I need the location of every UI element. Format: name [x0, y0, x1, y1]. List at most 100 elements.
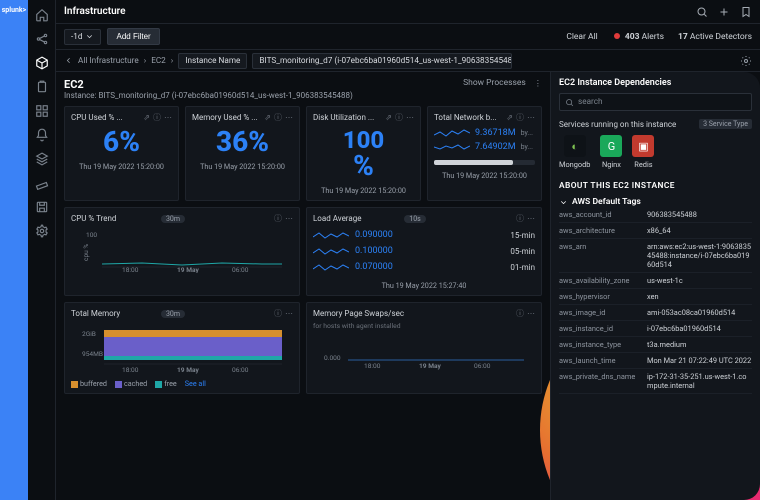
- rp-search-input[interactable]: search: [559, 93, 752, 111]
- show-processes-link[interactable]: Show Processes: [463, 78, 526, 88]
- breadcrumb: All Infrastructure › EC2 › Instance Name…: [56, 50, 760, 72]
- info-icon[interactable]: ⓘ: [153, 112, 161, 123]
- tag-key: aws_instance_type: [559, 340, 641, 349]
- service-item[interactable]: GNginx: [600, 135, 622, 169]
- more-icon[interactable]: ⋯: [285, 309, 293, 318]
- load-row: 0.07000001-min: [313, 259, 535, 275]
- alerts-label: Alerts: [642, 32, 664, 42]
- mem-swap-chart: 0.000 18:00 19 May 06:00: [313, 330, 535, 370]
- cube-icon[interactable]: [35, 56, 49, 70]
- crumb-filter-chip[interactable]: BITS_monitoring_d7 (i-07ebc6ba01960d514_…: [252, 53, 512, 69]
- info-icon[interactable]: ⓘ: [274, 308, 282, 319]
- tag-key: aws_image_id: [559, 308, 641, 317]
- svg-text:06:00: 06:00: [232, 266, 249, 273]
- chevron-down-icon: [559, 198, 568, 207]
- crumb-field-select[interactable]: Instance Name: [178, 53, 247, 69]
- rp-about: ABOUT THIS EC2 INSTANCE: [559, 181, 752, 191]
- bell-icon[interactable]: [35, 128, 49, 142]
- kpi-card-mem: Memory Used % ...⇗ⓘ⋯ 36% Thu 19 May 2022…: [185, 106, 300, 201]
- tag-row: aws_architecturex86_64: [559, 223, 752, 239]
- svg-text:19 May: 19 May: [419, 362, 441, 370]
- page-title: Infrastructure: [64, 6, 696, 17]
- kpi-card-cpu: CPU Used % ...⇗ⓘ⋯ 6% Thu 19 May 2022 15:…: [64, 106, 179, 201]
- kpi-disk-ts: Thu 19 May 2022 15:20:00: [313, 186, 414, 195]
- more-icon[interactable]: ⋯: [527, 309, 535, 318]
- add-filter-button[interactable]: Add Filter: [107, 28, 159, 45]
- save-icon[interactable]: [35, 200, 49, 214]
- ruler-icon[interactable]: [35, 176, 49, 190]
- rp-aws-default[interactable]: AWS Default Tags: [559, 197, 752, 207]
- tm-pill: 30m: [161, 310, 185, 318]
- svg-text:0.000: 0.000: [324, 354, 341, 362]
- time-range-select[interactable]: -1d: [64, 29, 101, 45]
- net-bar-fill: [434, 160, 513, 165]
- layers-icon[interactable]: [35, 152, 49, 166]
- gear-icon[interactable]: [740, 55, 752, 67]
- load-value: 0.090000: [355, 230, 504, 240]
- link-icon[interactable]: ⇗: [385, 113, 392, 122]
- load-row: 0.10000005-min: [313, 243, 535, 259]
- svg-text:18:00: 18:00: [364, 362, 381, 370]
- tm-title: Total Memory: [71, 309, 157, 318]
- more-icon[interactable]: ⋯: [406, 113, 414, 122]
- more-icon[interactable]: ⋯: [164, 113, 172, 122]
- svg-text:18:00: 18:00: [122, 366, 139, 374]
- link-icon[interactable]: ⇗: [264, 113, 271, 122]
- info-icon[interactable]: ⓘ: [274, 213, 282, 224]
- more-icon[interactable]: ⋯: [285, 214, 293, 223]
- load-interval: 05-min: [510, 247, 535, 256]
- kebab-icon[interactable]: ⋮: [534, 78, 542, 89]
- tag-value: arn:aws:ec2:us-west-1:906383545488:insta…: [647, 242, 752, 269]
- service-name: Mongodb: [559, 160, 590, 169]
- service-item[interactable]: ▣Redis: [632, 135, 654, 169]
- clear-all-link[interactable]: Clear All: [566, 32, 597, 42]
- settings-icon[interactable]: [35, 224, 49, 238]
- kpi-card-net: Total Network b...⇗ⓘ⋯ 9.36718Mby... 7.64…: [427, 106, 542, 201]
- info-icon[interactable]: ⓘ: [395, 112, 403, 123]
- rp-svc-chip: 3 Service Type: [699, 119, 752, 129]
- tag-key: aws_account_id: [559, 210, 641, 219]
- share-icon[interactable]: [35, 32, 49, 46]
- grid-icon[interactable]: [35, 104, 49, 118]
- info-icon[interactable]: ⓘ: [516, 213, 524, 224]
- svg-text:2GiB: 2GiB: [82, 330, 96, 338]
- alerts-indicator[interactable]: 403 Alerts: [614, 32, 664, 42]
- plus-icon[interactable]: [718, 6, 730, 18]
- search-icon: [565, 98, 574, 107]
- tm-legend: buffered cached free See all: [71, 379, 293, 388]
- ms-note: for hosts with agent installed: [313, 322, 535, 330]
- sparkline-icon: [434, 127, 470, 139]
- net-val-1: 9.36718M: [475, 128, 516, 138]
- detectors-indicator[interactable]: 17 Active Detectors: [678, 32, 752, 42]
- link-icon[interactable]: ⇗: [143, 113, 150, 122]
- brand-strip: splunk>: [0, 0, 28, 500]
- tag-key: aws_instance_id: [559, 324, 641, 333]
- home-icon[interactable]: [35, 8, 49, 22]
- crumb-all[interactable]: All Infrastructure: [78, 56, 139, 66]
- tag-row: aws_instance_typet3a.medium: [559, 337, 752, 353]
- see-all-link[interactable]: See all: [185, 379, 206, 388]
- more-icon[interactable]: ⋯: [527, 113, 535, 122]
- tag-key: aws_launch_time: [559, 356, 641, 365]
- tag-value: Mon Mar 21 07:22:49 UTC 2022: [647, 356, 752, 365]
- bookmark-icon[interactable]: [740, 6, 752, 18]
- tag-value: 906383545488: [647, 210, 752, 219]
- time-range-value: -1d: [71, 32, 82, 42]
- svg-text:cpu %: cpu %: [82, 244, 90, 261]
- info-icon[interactable]: ⓘ: [516, 112, 524, 123]
- more-icon[interactable]: ⋯: [527, 214, 535, 223]
- svg-text:06:00: 06:00: [474, 362, 491, 370]
- info-icon[interactable]: ⓘ: [516, 308, 524, 319]
- link-icon[interactable]: ⇗: [506, 113, 513, 122]
- cpu-trend-title: CPU % Trend: [71, 214, 157, 223]
- clipboard-icon[interactable]: [35, 80, 49, 94]
- detectors-count: 17: [678, 32, 688, 42]
- search-icon[interactable]: [696, 6, 708, 18]
- info-icon[interactable]: ⓘ: [274, 112, 282, 123]
- chevron-left-icon[interactable]: [64, 56, 73, 65]
- svg-text:954MB: 954MB: [82, 350, 103, 358]
- service-item[interactable]: ◐Mongodb: [559, 135, 590, 169]
- more-icon[interactable]: ⋯: [285, 113, 293, 122]
- sparkline-icon: [313, 261, 349, 273]
- crumb-svc[interactable]: EC2: [151, 56, 166, 66]
